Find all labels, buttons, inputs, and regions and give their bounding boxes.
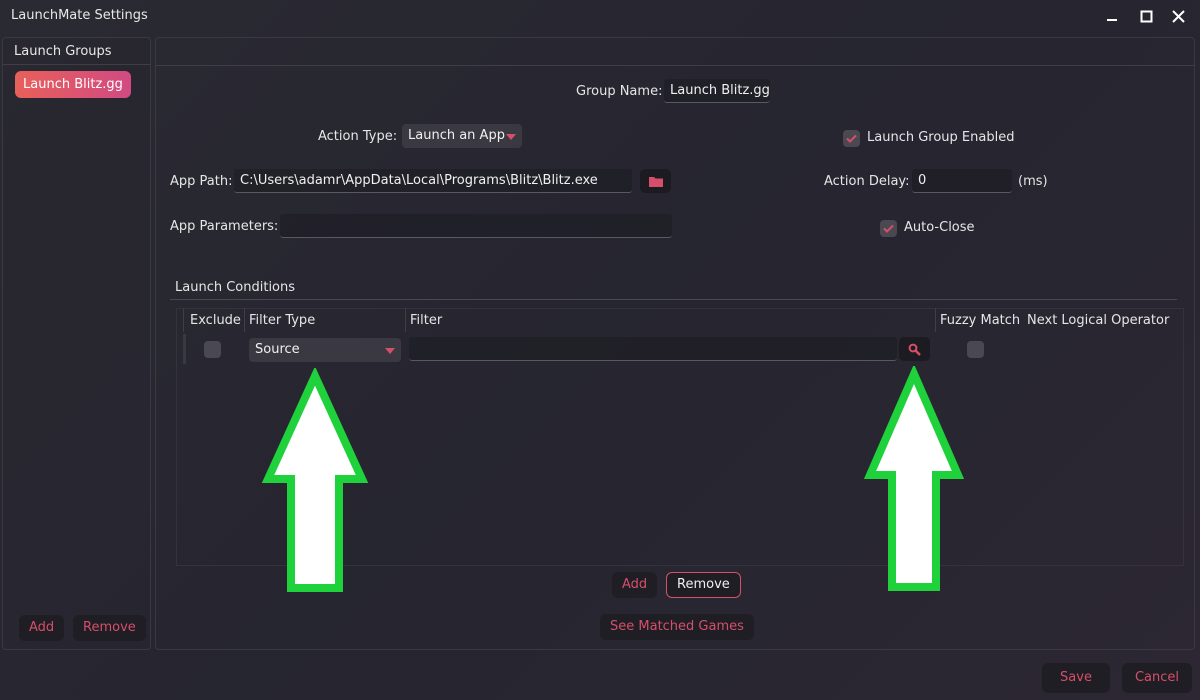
auto-close-checkbox[interactable] [880, 220, 897, 237]
auto-close-label: Auto-Close [904, 220, 975, 235]
launch-groups-title: Launch Groups [14, 44, 112, 59]
column-header-exclude[interactable]: Exclude [190, 313, 241, 328]
maximize-icon [1140, 10, 1152, 22]
action-type-value: Launch an App [408, 128, 505, 143]
maximize-button[interactable] [1134, 6, 1158, 26]
annotation-arrow-up-icon [262, 368, 368, 592]
remove-group-button[interactable]: Remove [73, 615, 146, 641]
group-name-label: Group Name: [576, 84, 663, 99]
checkmark-icon [846, 134, 857, 143]
annotation-arrow-up-icon [864, 366, 964, 591]
app-path-label: App Path: [170, 174, 233, 189]
launch-groups-panel: Launch Groups Launch Blitz.gg Add Remove [2, 37, 151, 650]
group-name-input[interactable]: Launch Blitz.gg [664, 79, 770, 103]
fuzzy-match-checkbox[interactable] [967, 341, 984, 358]
checkmark-icon [883, 224, 894, 233]
save-button[interactable]: Save [1042, 663, 1110, 693]
divider [3, 64, 150, 65]
app-parameters-label: App Parameters: [170, 219, 279, 234]
action-delay-input[interactable]: 0 [912, 169, 1012, 193]
column-separator [244, 308, 245, 332]
search-icon [908, 343, 921, 356]
close-icon [1171, 9, 1185, 23]
see-matched-games-button[interactable]: See Matched Games [600, 614, 754, 640]
app-path-input[interactable]: C:\Users\adamr\AppData\Local\Programs\Bl… [234, 169, 632, 193]
launch-group-item[interactable]: Launch Blitz.gg [15, 71, 131, 98]
launch-group-enabled-label: Launch Group Enabled [867, 130, 1015, 145]
divider [156, 65, 1194, 66]
cancel-button[interactable]: Cancel [1122, 663, 1192, 693]
column-separator [405, 308, 406, 332]
remove-condition-button[interactable]: Remove [666, 572, 741, 598]
action-delay-label: Action Delay: [824, 174, 910, 189]
folder-icon [648, 176, 663, 187]
divider [170, 299, 1177, 300]
action-type-label: Action Type: [318, 129, 398, 144]
add-group-button[interactable]: Add [19, 615, 65, 641]
filter-type-value: Source [255, 342, 300, 357]
filter-search-button[interactable] [899, 337, 930, 361]
filter-input[interactable] [409, 337, 897, 361]
chevron-down-icon [385, 348, 395, 354]
column-separator [935, 308, 936, 332]
browse-folder-button[interactable] [640, 169, 671, 193]
row-header[interactable] [183, 334, 186, 364]
app-parameters-input[interactable] [280, 214, 672, 238]
add-condition-button[interactable]: Add [612, 572, 658, 598]
exclude-checkbox[interactable] [204, 341, 221, 358]
column-separator [183, 308, 184, 332]
column-header-fuzzy-match[interactable]: Fuzzy Match [940, 313, 1020, 328]
filter-type-select[interactable]: Source [249, 338, 401, 362]
chevron-down-icon [506, 134, 516, 140]
launch-conditions-title: Launch Conditions [175, 280, 296, 295]
window-title: LaunchMate Settings [11, 8, 148, 23]
minimize-icon [1107, 19, 1117, 21]
launch-group-enabled-checkbox[interactable] [843, 130, 860, 147]
close-button[interactable] [1166, 6, 1190, 26]
column-header-next-logical-operator[interactable]: Next Logical Operator [1027, 313, 1169, 328]
column-header-filter-type[interactable]: Filter Type [249, 313, 315, 328]
minimize-button[interactable] [1100, 6, 1124, 26]
action-type-select[interactable]: Launch an App [402, 124, 522, 148]
column-header-filter[interactable]: Filter [410, 313, 442, 328]
title-bar: LaunchMate Settings [0, 0, 1200, 32]
action-delay-unit: (ms) [1018, 174, 1048, 189]
